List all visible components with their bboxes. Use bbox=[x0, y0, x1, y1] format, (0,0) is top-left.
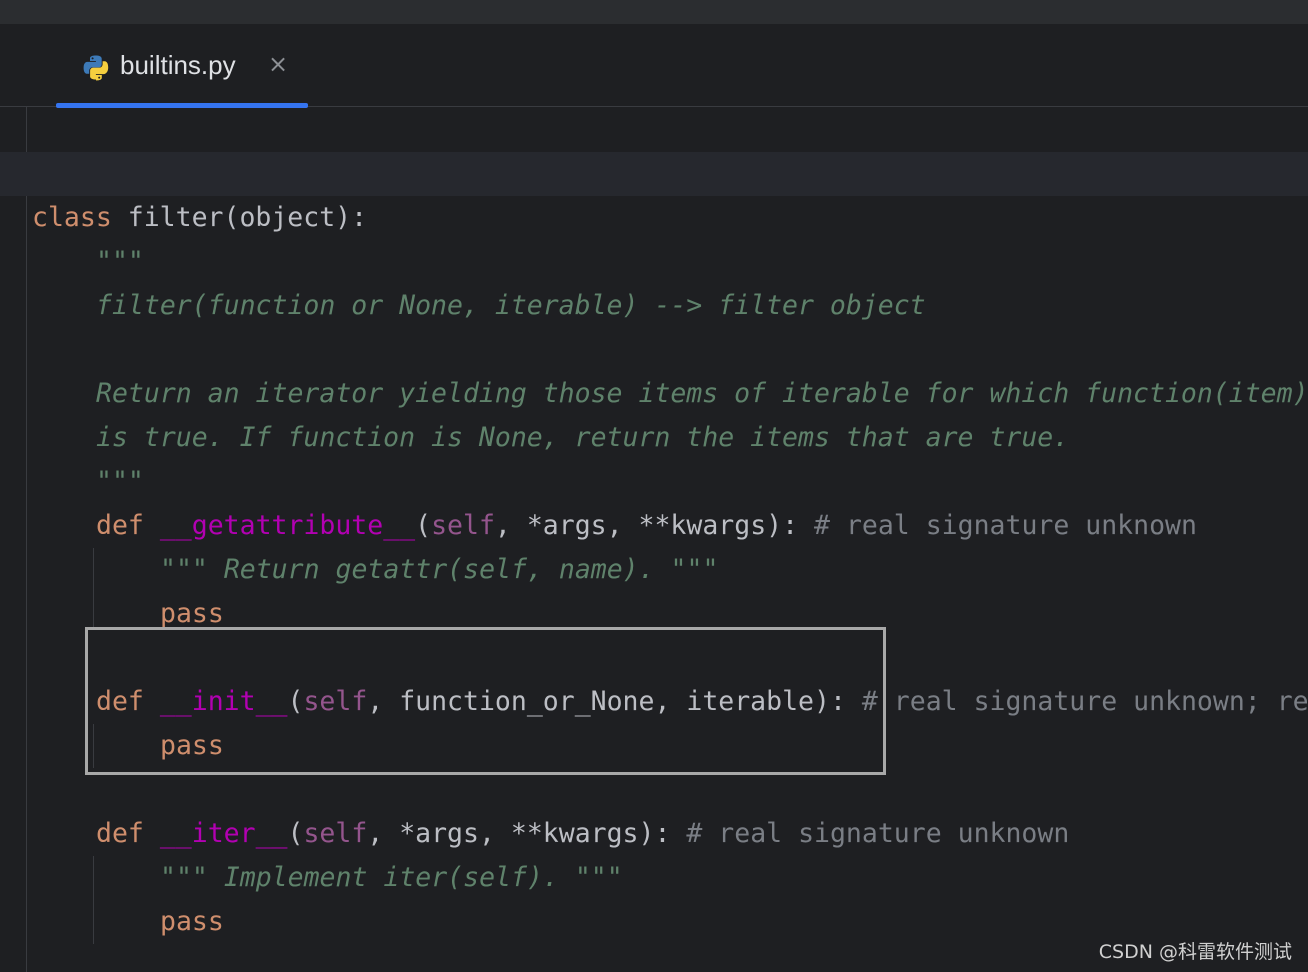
paren: ( bbox=[415, 510, 432, 541]
top-strip bbox=[0, 0, 1308, 24]
comment: # real signature unknown; re bbox=[861, 686, 1308, 717]
self-param: self bbox=[303, 818, 368, 849]
keyword: pass bbox=[160, 598, 224, 629]
code-line-doc-open: """ bbox=[96, 240, 144, 284]
code-line-pass: pass bbox=[160, 900, 224, 944]
editor-tab-bar: builtins.py × bbox=[0, 24, 1308, 108]
tab-builtins-py[interactable]: builtins.py × bbox=[56, 24, 308, 108]
method-name: __iter__ bbox=[159, 818, 288, 849]
watermark: CSDN @科雷软件测试 bbox=[1098, 941, 1292, 963]
active-tab-indicator bbox=[56, 103, 308, 108]
method-name: __getattribute__ bbox=[159, 510, 416, 541]
code-line-doc-close: """ bbox=[96, 460, 144, 504]
close-icon[interactable]: × bbox=[266, 52, 290, 76]
class-name: filter bbox=[127, 202, 224, 233]
code-line-doc: """ Return getattr(self, name). """ bbox=[160, 548, 718, 592]
code-line-doc: filter(function or None, iterable) --> f… bbox=[96, 284, 926, 328]
indent-guide bbox=[93, 856, 94, 944]
gutter-divider bbox=[26, 107, 27, 972]
docstring: filter(function or None, iterable) --> f… bbox=[96, 290, 926, 321]
tab-filename: builtins.py bbox=[120, 50, 236, 80]
python-icon bbox=[82, 54, 110, 82]
code-line-class: class filter(object): bbox=[32, 196, 367, 240]
code-line-doc: """ Implement iter(self). """ bbox=[160, 856, 623, 900]
paren: ( bbox=[287, 818, 304, 849]
docstring: """ Return getattr(self, name). """ bbox=[160, 554, 719, 585]
docstring: is true. If function is None, return the… bbox=[96, 422, 1070, 453]
self-param: self bbox=[431, 510, 495, 541]
keyword: def bbox=[96, 510, 144, 541]
params: , *args, **kwargs): bbox=[367, 818, 671, 849]
keyword: def bbox=[96, 818, 144, 849]
comment: # real signature unknown bbox=[814, 510, 1197, 541]
class-bases: (object): bbox=[223, 202, 368, 233]
code-line-def-getattribute: def __getattribute__(self, *args, **kwar… bbox=[96, 504, 1197, 548]
keyword: pass bbox=[160, 906, 224, 937]
docstring: Return an iterator yielding those items … bbox=[96, 378, 1308, 409]
code-line-doc: is true. If function is None, return the… bbox=[96, 416, 1069, 460]
code-line-doc: Return an iterator yielding those items … bbox=[96, 372, 1308, 416]
code-line-def-iter: def __iter__(self, *args, **kwargs): # r… bbox=[96, 812, 1069, 856]
keyword: class bbox=[32, 202, 112, 233]
current-line-highlight bbox=[0, 152, 1308, 196]
indent-guide bbox=[93, 548, 94, 628]
docstring: """ bbox=[96, 466, 144, 497]
docstring: """ Implement iter(self). """ bbox=[160, 862, 623, 893]
docstring: """ bbox=[96, 246, 144, 277]
comment: # real signature unknown bbox=[686, 818, 1070, 849]
params: , *args, **kwargs): bbox=[494, 510, 799, 541]
annotation-highlight-box bbox=[85, 627, 886, 775]
